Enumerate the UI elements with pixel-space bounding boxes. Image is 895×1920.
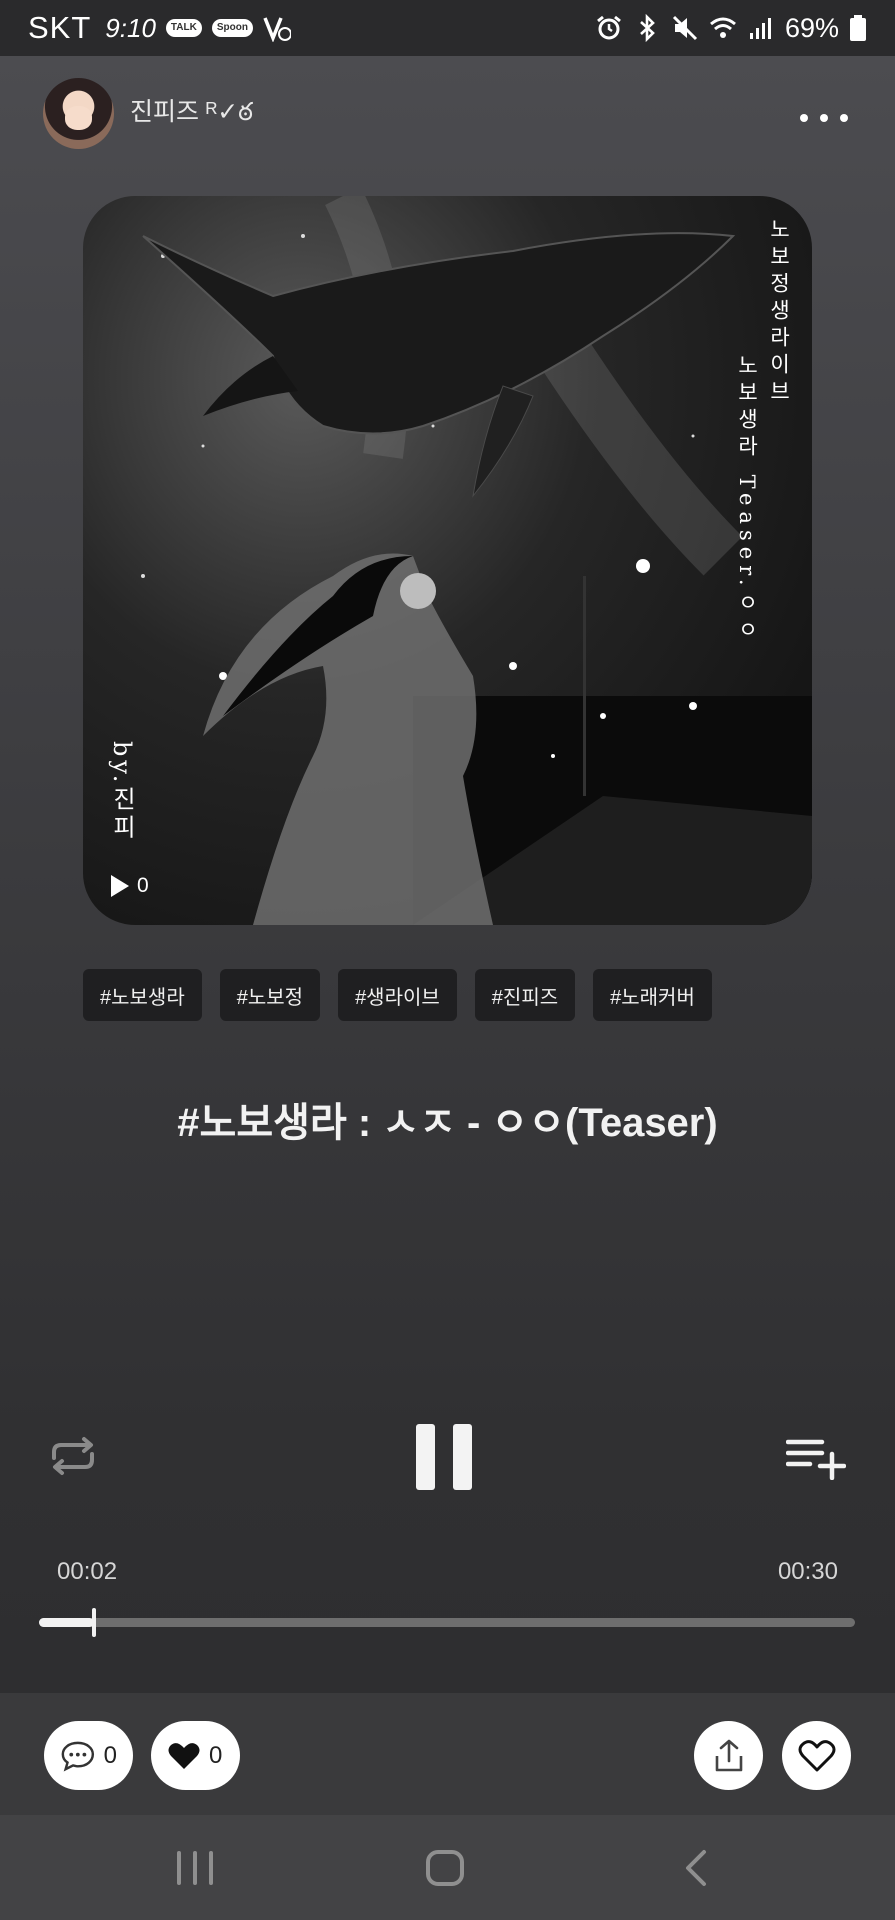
post-header: 진피즈 ᴿ✓ఠ <box>0 56 895 166</box>
favorite-button[interactable] <box>782 1721 851 1790</box>
pause-bar-icon <box>416 1424 435 1490</box>
art-caption-live: 노보정생라이브 <box>767 218 791 407</box>
add-to-playlist-icon[interactable] <box>786 1436 846 1480</box>
tag-list: #노보생라 #노보정 #생라이브 #진피즈 #노래커버 <box>83 969 712 1021</box>
like-button[interactable]: 0 <box>151 1721 240 1790</box>
art-caption-teaser: 노보생라 Teaser.ㅇㅇ <box>735 354 759 646</box>
status-bar: SKT 9:10 TALK Spoon 69% <box>0 0 895 56</box>
recent-apps-button[interactable] <box>177 1851 213 1885</box>
play-icon <box>111 875 129 897</box>
play-count-value: 0 <box>137 874 149 897</box>
system-nav-bar <box>0 1815 895 1920</box>
back-icon[interactable] <box>680 1848 710 1888</box>
pause-bar-icon <box>453 1424 472 1490</box>
tag-chip[interactable]: #진피즈 <box>474 969 576 1021</box>
dot-icon <box>820 114 828 122</box>
tag-chip[interactable]: #노래커버 <box>593 969 712 1021</box>
more-options-button[interactable] <box>800 106 848 130</box>
comment-count: 0 <box>103 1741 117 1769</box>
username[interactable]: 진피즈 ᴿ✓ఠ <box>130 92 253 133</box>
tag-chip[interactable]: #생라이브 <box>338 969 457 1021</box>
track-title: #노보생라 : ㅅㅈ - ㅇㅇ(Teaser) <box>177 1101 718 1145</box>
pause-button[interactable] <box>416 1424 472 1490</box>
carrier-label: SKT <box>28 10 92 45</box>
spoon-notification-icon: Spoon <box>211 19 253 37</box>
avatar[interactable] <box>43 78 114 149</box>
home-button[interactable] <box>426 1850 464 1886</box>
share-button[interactable] <box>694 1721 763 1790</box>
dot-icon <box>800 114 808 122</box>
tag-chip[interactable]: #노보정 <box>219 969 321 1021</box>
album-art: 노보정생라이브 노보생라 Teaser.ㅇㅇ by.진피 0 <box>83 196 812 925</box>
signal-icon <box>749 18 771 39</box>
battery-icon <box>850 15 866 41</box>
progress-bar[interactable] <box>39 1608 855 1637</box>
album-art-illustration <box>141 196 812 925</box>
talk-notification-icon: TALK <box>165 19 202 37</box>
action-bar: 0 0 <box>0 1693 895 1815</box>
wifi-icon <box>709 17 736 38</box>
recent-apps-icon <box>193 1851 197 1885</box>
alarm-icon <box>597 15 621 40</box>
comment-icon <box>61 1741 95 1771</box>
battery-percent: 69% <box>784 12 839 43</box>
play-count: 0 <box>111 874 149 898</box>
total-time: 00:30 <box>777 1558 838 1585</box>
like-count: 0 <box>209 1741 223 1769</box>
repeat-icon[interactable] <box>44 1436 102 1476</box>
recent-apps-icon <box>177 1851 181 1885</box>
heart-outline-icon <box>798 1739 835 1771</box>
recent-apps-icon <box>209 1851 213 1885</box>
clock: 9:10 <box>105 12 156 43</box>
dot-icon <box>840 114 848 122</box>
progress-fill <box>39 1618 94 1627</box>
current-time: 00:02 <box>57 1558 118 1585</box>
comment-button[interactable]: 0 <box>44 1721 133 1790</box>
mute-icon <box>672 15 698 41</box>
progress-thumb[interactable] <box>91 1608 96 1637</box>
share-icon <box>715 1739 742 1771</box>
art-caption-author: by.진피 <box>108 741 136 843</box>
bluetooth-icon <box>640 14 655 42</box>
tag-chip[interactable]: #노보생라 <box>83 969 202 1021</box>
v-notification-icon <box>263 17 291 42</box>
heart-filled-icon <box>168 1742 200 1769</box>
